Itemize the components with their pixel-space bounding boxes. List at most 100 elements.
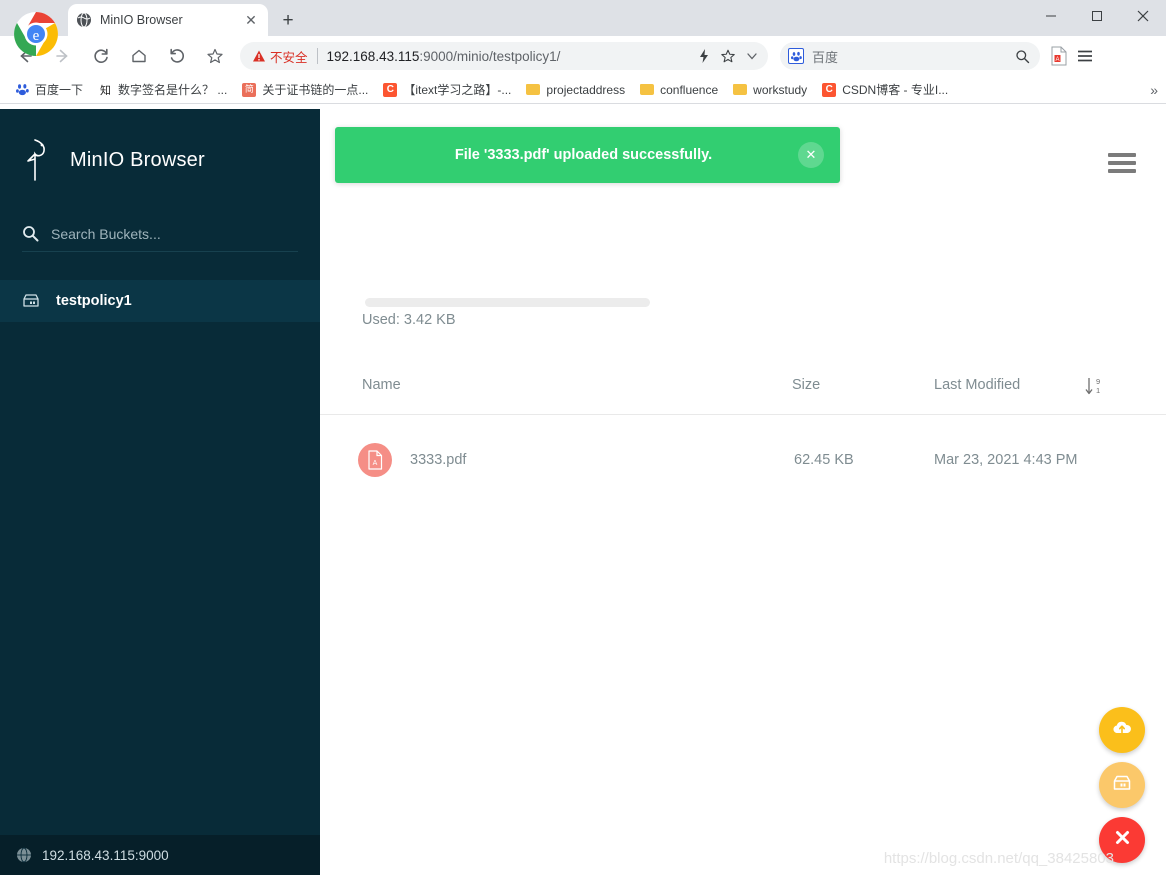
- close-x-icon: [1114, 829, 1131, 851]
- bookmark-label: 数字签名是什么？ ...: [118, 83, 228, 97]
- upload-success-alert: File '3333.pdf' uploaded successfully. ✕: [335, 127, 840, 183]
- url-host: 192.168.43.115: [326, 48, 420, 64]
- bookmark-item[interactable]: projectaddress: [519, 79, 631, 101]
- sidebar-item-label: testpolicy1: [56, 293, 132, 309]
- search-engine-box[interactable]: 百度: [780, 42, 1040, 70]
- bookmarks-overflow-button[interactable]: »: [1150, 82, 1158, 98]
- new-tab-button[interactable]: +: [274, 6, 302, 34]
- column-header-size: Size: [792, 377, 821, 393]
- zhihu-icon: 知: [97, 82, 113, 98]
- window-maximize-button[interactable]: [1074, 0, 1120, 32]
- search-icon[interactable]: [1010, 44, 1034, 68]
- floating-action-buttons: [1099, 707, 1145, 863]
- omnibox-divider: [316, 48, 318, 64]
- jianshu-icon: 简: [241, 82, 257, 98]
- sidebar: MinIO Browser testpolicy1 192.168.43.115…: [0, 109, 320, 875]
- bookmark-label: projectaddress: [546, 82, 626, 97]
- tab-close-icon[interactable]: ✕: [242, 11, 260, 29]
- window-close-button[interactable]: [1120, 0, 1166, 32]
- bookmark-label: 【itext学习之路】-...: [403, 83, 512, 97]
- file-last-modified: Mar 23, 2021 4:43 PM: [934, 452, 1078, 468]
- folder-icon: [639, 82, 655, 98]
- folder-icon: [525, 82, 541, 98]
- minio-browser-page: MinIO Browser testpolicy1 192.168.43.115…: [0, 109, 1166, 875]
- svg-text:9: 9: [1096, 377, 1100, 386]
- url-text: 192.168.43.115:9000/minio/testpolicy1/: [327, 49, 692, 64]
- search-icon: [22, 225, 39, 242]
- bookmark-label: 关于证书链的一点...: [262, 83, 369, 97]
- chevron-down-icon[interactable]: [740, 44, 764, 68]
- main-content: Used: 3.42 KB File '3333.pdf' uploaded s…: [320, 109, 1166, 875]
- storage-usage-bar: [365, 298, 650, 307]
- browser-window: e MinIO Browser ✕ + 不安全 192.168.43.115:9…: [0, 0, 1166, 875]
- history-back-button[interactable]: [162, 41, 192, 71]
- chrome-menu-icon[interactable]: [1072, 43, 1098, 69]
- folder-icon: [732, 82, 748, 98]
- svg-text:知: 知: [100, 83, 111, 96]
- tab-favicon-globe-icon: [76, 12, 92, 28]
- globe-icon: [16, 847, 32, 863]
- search-buckets-field[interactable]: [22, 225, 298, 252]
- bookmark-item[interactable]: C CSDN博客 - 专业I...: [815, 79, 954, 101]
- svg-text:A: A: [373, 460, 378, 467]
- minio-logo-icon: [22, 137, 56, 183]
- security-status-label: 不安全: [270, 50, 308, 65]
- bucket-icon: [1112, 774, 1132, 797]
- chrome-logo-icon: e: [8, 6, 64, 62]
- bookmark-item[interactable]: 知 数字签名是什么？ ...: [91, 79, 233, 101]
- address-bar[interactable]: 不安全 192.168.43.115:9000/minio/testpolicy…: [240, 42, 768, 70]
- bookmark-item[interactable]: C 【itext学习之路】-...: [376, 79, 517, 101]
- watermark: https://blog.csdn.net/qq_38425803: [883, 850, 1114, 867]
- svg-text:e: e: [33, 28, 40, 44]
- window-controls: [1028, 0, 1166, 32]
- browser-toolbar: 不安全 192.168.43.115:9000/minio/testpolicy…: [0, 36, 1166, 76]
- create-bucket-button[interactable]: [1099, 762, 1145, 808]
- host-status-bar: 192.168.43.115:9000: [0, 835, 320, 875]
- brand: MinIO Browser: [0, 109, 320, 183]
- storage-usage-label: Used: 3.42 KB: [362, 312, 456, 328]
- alert-message: File '3333.pdf' uploaded successfully.: [454, 147, 713, 163]
- bookmark-label: workstudy: [753, 82, 808, 97]
- browser-tab[interactable]: MinIO Browser ✕: [68, 4, 268, 36]
- bookmark-star-button[interactable]: [200, 41, 230, 71]
- search-buckets-input[interactable]: [51, 225, 261, 242]
- sort-descending-icon[interactable]: 9 1: [1080, 371, 1106, 401]
- csdn-icon: C: [382, 82, 398, 98]
- search-engine-label: 百度: [812, 49, 839, 65]
- column-header-last-modified: Last Modified: [934, 377, 1021, 393]
- bookmark-item[interactable]: 百度一下: [8, 79, 89, 101]
- host-label: 192.168.43.115:9000: [42, 847, 169, 863]
- bookmark-label: 百度一下: [35, 83, 84, 97]
- file-name: 3333.pdf: [410, 452, 467, 468]
- bookmark-label: CSDN博客 - 专业I...: [842, 83, 949, 97]
- lightning-icon[interactable]: [692, 44, 716, 68]
- svg-text:A: A: [1055, 57, 1059, 63]
- baidu-paw-icon: [788, 48, 804, 64]
- sidebar-item-testpolicy1[interactable]: testpolicy1: [0, 280, 320, 322]
- home-button[interactable]: [124, 41, 154, 71]
- url-path: :9000/minio/testpolicy1/: [419, 48, 561, 64]
- warning-triangle-icon: [252, 49, 266, 63]
- bookmark-item[interactable]: workstudy: [726, 79, 813, 101]
- pdf-file-icon: A: [358, 443, 392, 477]
- brand-title: MinIO Browser: [70, 148, 205, 171]
- bookmark-label: confluence: [660, 82, 719, 97]
- bucket-icon: [22, 293, 40, 309]
- csdn-icon: C: [821, 82, 837, 98]
- star-icon[interactable]: [716, 44, 740, 68]
- reload-button[interactable]: [86, 41, 116, 71]
- bookmarks-bar: 百度一下 知 数字签名是什么？ ... 简 关于证书链的一点... C 【ite…: [0, 76, 1166, 104]
- upload-file-button[interactable]: [1099, 707, 1145, 753]
- table-row[interactable]: A 3333.pdf 62.45 KB Mar 23, 2021 4:43 PM…: [320, 415, 1166, 505]
- tab-strip: e MinIO Browser ✕ +: [0, 0, 1166, 56]
- pdf-extension-icon[interactable]: A: [1046, 43, 1072, 69]
- cloud-upload-icon: [1111, 719, 1133, 742]
- column-header-name: Name: [362, 377, 401, 393]
- file-table-header: Name Size Last Modified 9 1: [320, 371, 1166, 415]
- hamburger-menu-icon[interactable]: [1108, 153, 1136, 173]
- bookmark-item[interactable]: confluence: [633, 79, 724, 101]
- alert-close-icon[interactable]: ✕: [798, 142, 824, 168]
- bookmark-item[interactable]: 简 关于证书链的一点...: [235, 79, 374, 101]
- window-minimize-button[interactable]: [1028, 0, 1074, 32]
- file-size: 62.45 KB: [794, 452, 854, 468]
